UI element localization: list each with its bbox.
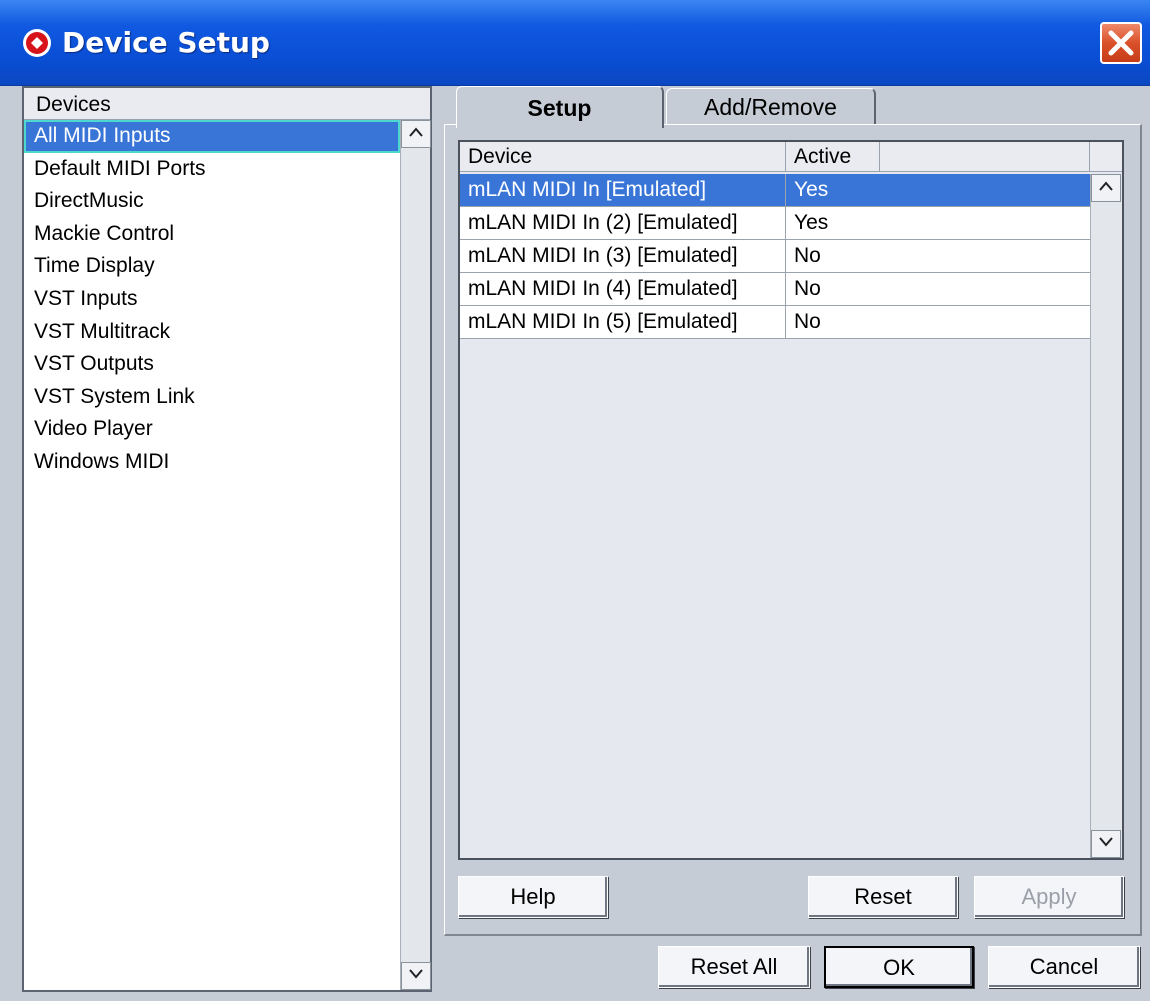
devices-scrollbar[interactable] — [400, 120, 431, 990]
table-rows: mLAN MIDI In [Emulated] Yes mLAN MIDI In… — [460, 174, 1090, 339]
column-header-empty — [880, 142, 1090, 172]
header-scroll-corner — [1090, 142, 1122, 172]
cell-active[interactable]: Yes — [786, 207, 1090, 239]
cell-device: mLAN MIDI In (2) [Emulated] — [460, 207, 786, 239]
cell-device: mLAN MIDI In [Emulated] — [460, 174, 786, 206]
scroll-up-button[interactable] — [401, 120, 431, 148]
table-row[interactable]: mLAN MIDI In (4) [Emulated] No — [460, 273, 1090, 306]
tab-add-remove[interactable]: Add/Remove — [666, 88, 876, 124]
cell-device: mLAN MIDI In (4) [Emulated] — [460, 273, 786, 305]
cell-active[interactable]: No — [786, 240, 1090, 272]
device-item[interactable]: VST Inputs — [24, 283, 400, 316]
devices-header[interactable]: Devices — [24, 88, 430, 120]
column-header-active[interactable]: Active — [786, 142, 880, 172]
tab-setup-label: Setup — [527, 95, 592, 121]
cell-device: mLAN MIDI In (3) [Emulated] — [460, 240, 786, 272]
cell-device: mLAN MIDI In (5) [Emulated] — [460, 306, 786, 338]
cell-active[interactable]: Yes — [786, 174, 1090, 206]
title-bar[interactable]: Device Setup — [0, 0, 1150, 86]
help-button[interactable]: Help — [458, 876, 608, 918]
cell-active[interactable]: No — [786, 306, 1090, 338]
table-header: Device Active — [460, 142, 1090, 172]
device-table: Device Active mLAN MIDI In [Emulated] Ye… — [458, 140, 1124, 860]
device-item[interactable]: VST Outputs — [24, 348, 400, 381]
device-item[interactable]: All MIDI Inputs — [24, 120, 400, 153]
app-logo-icon — [23, 29, 51, 57]
close-button[interactable] — [1100, 22, 1142, 64]
reset-button[interactable]: Reset — [808, 876, 958, 918]
close-icon — [1108, 30, 1134, 56]
devices-header-label: Devices — [36, 93, 111, 116]
table-scroll-up-button[interactable] — [1091, 174, 1121, 202]
chevron-up-icon — [1099, 181, 1113, 191]
device-item[interactable]: Default MIDI Ports — [24, 153, 400, 186]
device-setup-dialog: Device Setup Devices All MIDI Inputs Def… — [0, 0, 1150, 1001]
cell-active[interactable]: No — [786, 273, 1090, 305]
table-row[interactable]: mLAN MIDI In (5) [Emulated] No — [460, 306, 1090, 339]
device-item[interactable]: Mackie Control — [24, 218, 400, 251]
table-row[interactable]: mLAN MIDI In (2) [Emulated] Yes — [460, 207, 1090, 240]
devices-list: All MIDI Inputs Default MIDI Ports Direc… — [24, 120, 400, 479]
table-scroll-down-button[interactable] — [1091, 830, 1121, 858]
table-row[interactable]: mLAN MIDI In (3) [Emulated] No — [460, 240, 1090, 273]
device-item[interactable]: Windows MIDI — [24, 446, 400, 479]
ok-button[interactable]: OK — [824, 946, 974, 988]
device-item[interactable]: DirectMusic — [24, 185, 400, 218]
device-item[interactable]: VST Multitrack — [24, 316, 400, 349]
chevron-up-icon — [409, 127, 423, 137]
tab-setup[interactable]: Setup — [456, 86, 664, 128]
window-title: Device Setup — [62, 26, 270, 59]
column-header-device[interactable]: Device — [460, 142, 786, 172]
scroll-down-button[interactable] — [401, 962, 431, 990]
table-scrollbar[interactable] — [1090, 174, 1122, 858]
device-item[interactable]: Time Display — [24, 250, 400, 283]
devices-list-panel: Devices All MIDI Inputs Default MIDI Por… — [22, 86, 432, 992]
device-item[interactable]: Video Player — [24, 413, 400, 446]
reset-all-button[interactable]: Reset All — [658, 946, 810, 988]
apply-button[interactable]: Apply — [974, 876, 1124, 918]
device-item[interactable]: VST System Link — [24, 381, 400, 414]
chevron-down-icon — [1099, 837, 1113, 847]
tab-add-remove-label: Add/Remove — [704, 94, 837, 120]
table-row[interactable]: mLAN MIDI In [Emulated] Yes — [460, 174, 1090, 207]
chevron-down-icon — [409, 969, 423, 979]
cancel-button[interactable]: Cancel — [988, 946, 1140, 988]
